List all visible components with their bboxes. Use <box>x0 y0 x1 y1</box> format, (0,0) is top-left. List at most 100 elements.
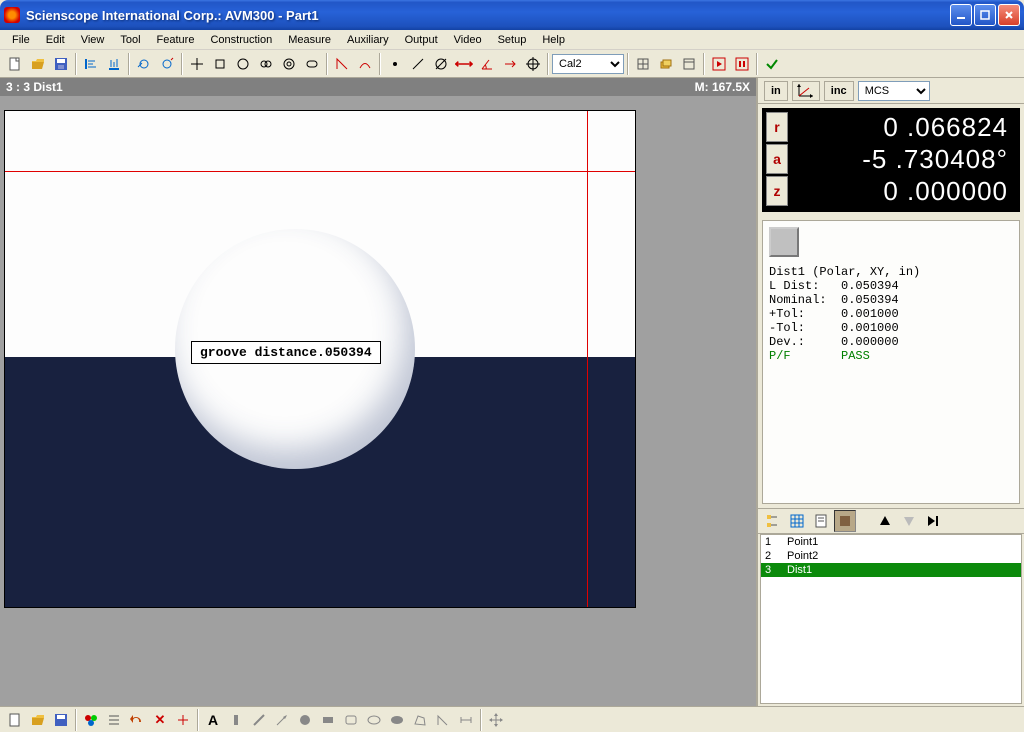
circle-tangent-button[interactable] <box>156 53 178 75</box>
part-silhouette <box>5 357 635 607</box>
menu-edit[interactable]: Edit <box>38 32 73 48</box>
angle-measure-button[interactable] <box>476 53 498 75</box>
list-item[interactable]: 2Point2 <box>761 549 1021 563</box>
info-ldist: L Dist: 0.050394 <box>769 279 1013 293</box>
dimension-button[interactable] <box>455 709 477 731</box>
angle-button[interactable] <box>331 53 353 75</box>
runout-button[interactable] <box>499 53 521 75</box>
minimize-button[interactable] <box>950 4 972 26</box>
check-button[interactable] <box>761 53 783 75</box>
arrow-tool-button[interactable] <box>271 709 293 731</box>
circle-tool-button[interactable] <box>133 53 155 75</box>
concentric-button[interactable] <box>278 53 300 75</box>
window-title: Scienscope International Corp.: AVM300 -… <box>26 8 950 23</box>
new-button[interactable] <box>4 53 26 75</box>
menu-auxiliary[interactable]: Auxiliary <box>339 32 397 48</box>
text-tool-button[interactable]: A <box>202 709 224 731</box>
angle-draw-button[interactable] <box>432 709 454 731</box>
target-button[interactable] <box>522 53 544 75</box>
align-bottom-button[interactable] <box>103 53 125 75</box>
tree-view-button[interactable] <box>762 510 784 532</box>
filled-circle-button[interactable] <box>294 709 316 731</box>
add-point-button[interactable] <box>172 709 194 731</box>
menu-setup[interactable]: Setup <box>490 32 535 48</box>
arc-arrow-button[interactable] <box>354 53 376 75</box>
menu-video[interactable]: Video <box>446 32 490 48</box>
maximize-button[interactable] <box>974 4 996 26</box>
bottom-toolbar: ✕ A <box>0 706 1024 732</box>
grid-button[interactable] <box>632 53 654 75</box>
calibration-dropdown[interactable]: Cal2 <box>552 54 624 74</box>
dro-label-z[interactable]: z <box>766 176 788 206</box>
box-button[interactable] <box>209 53 231 75</box>
dro-label-r[interactable]: r <box>766 112 788 142</box>
titlebar: Scienscope International Corp.: AVM300 -… <box>0 0 1024 30</box>
color-swatch[interactable] <box>769 227 799 257</box>
circle-button[interactable] <box>232 53 254 75</box>
report-button[interactable] <box>810 510 832 532</box>
menu-help[interactable]: Help <box>534 32 573 48</box>
filled-rect-button[interactable] <box>317 709 339 731</box>
line-tool-button[interactable] <box>248 709 270 731</box>
layers-button[interactable] <box>655 53 677 75</box>
bar-tool-button[interactable] <box>225 709 247 731</box>
distance-h-button[interactable]: ⟷ <box>453 53 475 75</box>
new-doc-button[interactable] <box>4 709 26 731</box>
toggle-view-button[interactable] <box>834 510 856 532</box>
close-button[interactable] <box>998 4 1020 26</box>
unit-button[interactable]: in <box>764 81 788 101</box>
delete-button[interactable]: ✕ <box>149 709 171 731</box>
menu-file[interactable]: File <box>4 32 38 48</box>
crosshair-vertical <box>587 111 588 607</box>
magnification-label: M: 167.5X <box>695 80 750 94</box>
crosshair-button[interactable] <box>186 53 208 75</box>
rounded-button[interactable] <box>340 709 362 731</box>
app-icon <box>4 7 20 23</box>
info-ntol: -Tol: 0.001000 <box>769 321 1013 335</box>
menu-feature[interactable]: Feature <box>149 32 203 48</box>
line-button[interactable] <box>407 53 429 75</box>
color-button[interactable] <box>80 709 102 731</box>
list-item[interactable]: 3Dist1 <box>761 563 1021 577</box>
list-button[interactable] <box>103 709 125 731</box>
move-button[interactable] <box>485 709 507 731</box>
grid-view-button[interactable] <box>786 510 808 532</box>
pause-button[interactable] <box>731 53 753 75</box>
diameter-button[interactable] <box>430 53 452 75</box>
measurement-annotation[interactable]: groove distance.050394 <box>191 341 381 364</box>
axis-icon[interactable] <box>792 81 820 101</box>
mode-button[interactable]: inc <box>824 81 854 101</box>
filled-ellipse-button[interactable] <box>386 709 408 731</box>
move-down-button[interactable] <box>898 510 920 532</box>
undo-button[interactable] <box>126 709 148 731</box>
properties-button[interactable] <box>678 53 700 75</box>
menu-tool[interactable]: Tool <box>112 32 148 48</box>
open-button[interactable] <box>27 53 49 75</box>
dro-value-z: 0 .000000 <box>798 176 1016 208</box>
video-panel: 3 : 3 Dist1 M: 167.5X groove distance.05… <box>0 78 756 706</box>
video-viewport[interactable]: groove distance.050394 <box>4 110 636 608</box>
save-button[interactable] <box>50 53 72 75</box>
play-button[interactable] <box>708 53 730 75</box>
save-doc-button[interactable] <box>50 709 72 731</box>
menu-measure[interactable]: Measure <box>280 32 339 48</box>
main-toolbar: ⟷ Cal2 <box>0 50 1024 78</box>
menu-view[interactable]: View <box>73 32 113 48</box>
menu-output[interactable]: Output <box>397 32 446 48</box>
open-doc-button[interactable] <box>27 709 49 731</box>
rounded-rect-button[interactable] <box>301 53 323 75</box>
polygon-button[interactable] <box>409 709 431 731</box>
coord-system-dropdown[interactable]: MCS <box>858 81 930 101</box>
crosshair-horizontal <box>5 171 635 172</box>
move-up-button[interactable] <box>874 510 896 532</box>
dro-label-a[interactable]: a <box>766 144 788 174</box>
feature-list[interactable]: 1Point1 2Point2 3Dist1 <box>760 534 1022 704</box>
coord-toolbar: in inc MCS <box>758 78 1024 104</box>
point-button[interactable] <box>384 53 406 75</box>
ellipse-button[interactable] <box>363 709 385 731</box>
align-left-button[interactable] <box>80 53 102 75</box>
dual-circle-button[interactable] <box>255 53 277 75</box>
goto-end-button[interactable] <box>922 510 944 532</box>
menu-construction[interactable]: Construction <box>202 32 280 48</box>
list-item[interactable]: 1Point1 <box>761 535 1021 549</box>
